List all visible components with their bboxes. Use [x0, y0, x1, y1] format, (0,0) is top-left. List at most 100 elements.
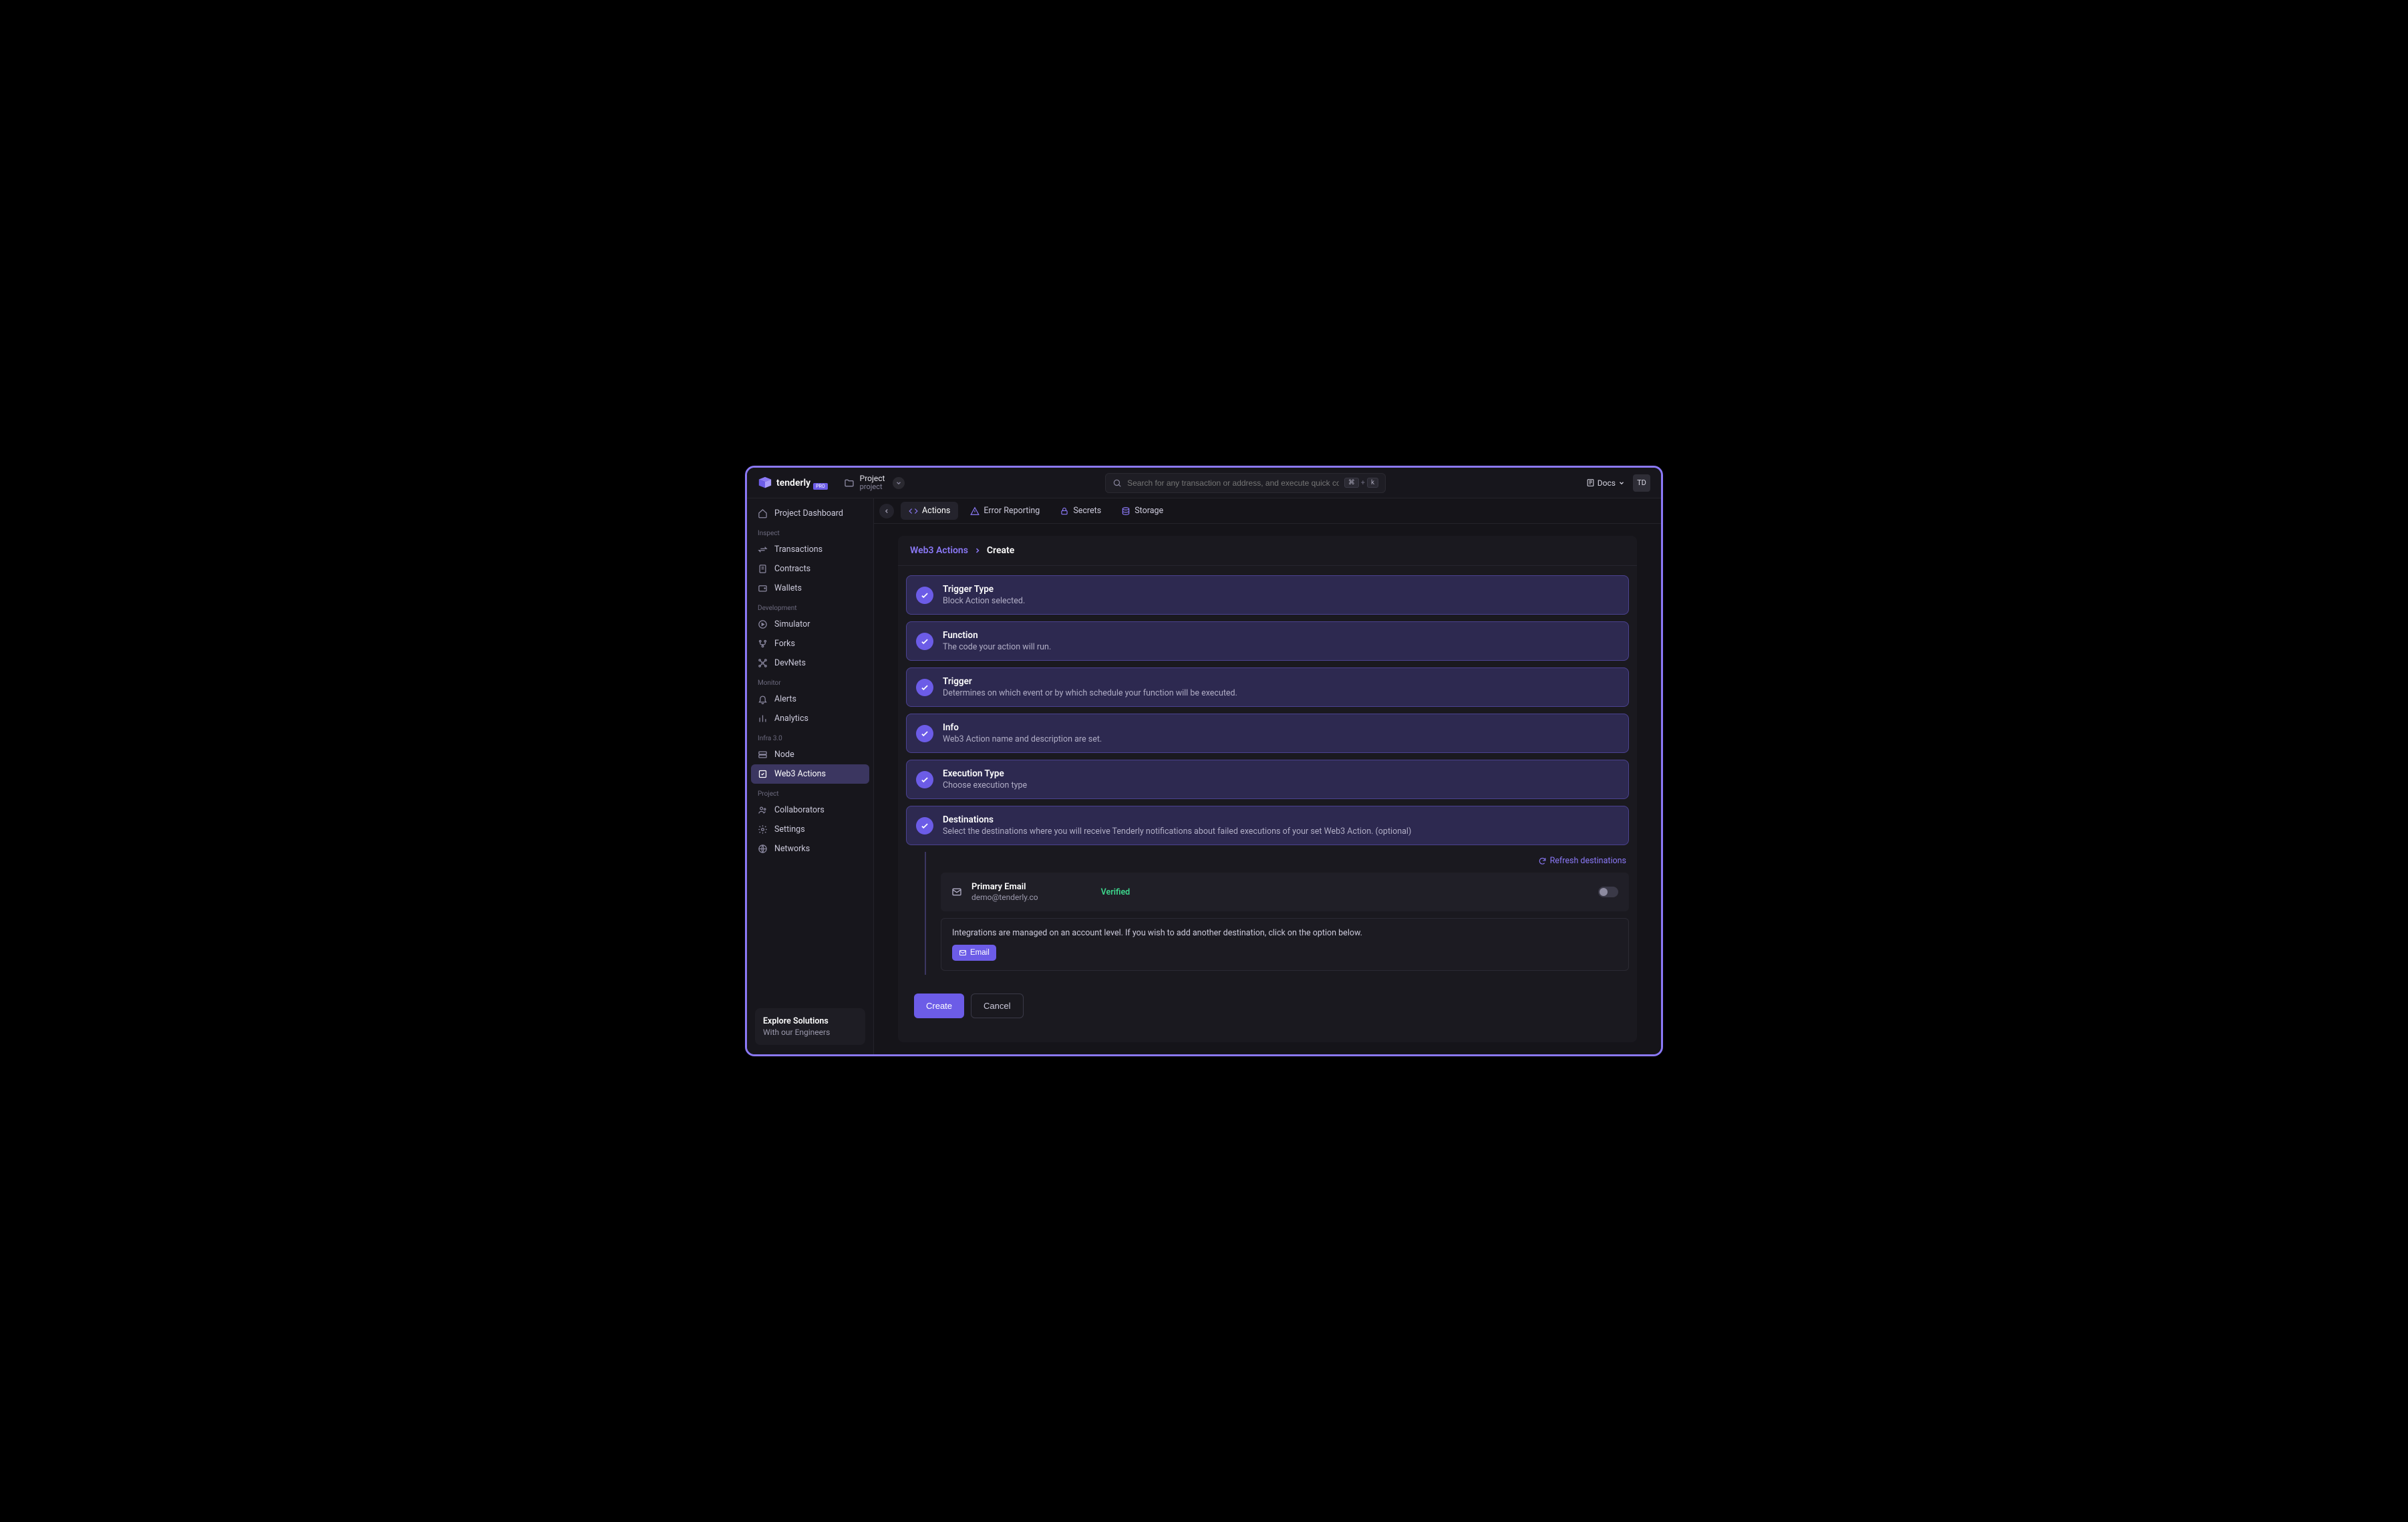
alerts-icon: [758, 694, 768, 704]
chevron-down-icon: [893, 477, 905, 489]
networks-icon: [758, 844, 768, 854]
docs-link[interactable]: Docs: [1586, 478, 1625, 488]
destinations-body: Refresh destinations Primary Email demo@…: [925, 852, 1629, 975]
step-desc: Select the destinations where you will r…: [943, 826, 1411, 836]
tab-secrets[interactable]: Secrets: [1052, 502, 1109, 520]
collaborators-icon: [758, 805, 768, 815]
search-icon: [1112, 478, 1122, 488]
code-icon: [909, 506, 918, 516]
step-title: Execution Type: [943, 768, 1027, 779]
sidebar: Project Dashboard Inspect Transactions C…: [747, 498, 874, 1054]
sidebar-item-transactions[interactable]: Transactions: [751, 540, 869, 559]
storage-icon: [1121, 506, 1131, 516]
destination-email: demo@tenderly.co: [971, 893, 1038, 902]
step-trigger[interactable]: Trigger Determines on which event or by …: [906, 667, 1629, 707]
steps: Trigger Type Block Action selected. Func…: [898, 566, 1637, 1042]
step-info[interactable]: Info Web3 Action name and description ar…: [906, 714, 1629, 753]
wallets-icon: [758, 583, 768, 593]
tab-label: Storage: [1135, 506, 1163, 516]
sidebar-item-devnets[interactable]: DevNets: [751, 653, 869, 673]
email-button-label: Email: [970, 949, 990, 957]
home-icon: [758, 508, 768, 518]
create-button[interactable]: Create: [914, 994, 964, 1018]
sidebar-item-label: Web3 Actions: [774, 769, 826, 779]
warning-icon: [970, 506, 980, 516]
sidebar-item-dashboard[interactable]: Project Dashboard: [751, 504, 869, 523]
sidebar-item-contracts[interactable]: Contracts: [751, 559, 869, 579]
tab-label: Actions: [922, 506, 950, 516]
lock-icon: [1060, 506, 1069, 516]
project-selector[interactable]: Project project: [844, 474, 905, 491]
search-bar[interactable]: ⌘ + k: [1105, 473, 1386, 493]
step-text: Destinations Select the destinations whe…: [943, 814, 1411, 836]
sidebar-heading-inspect: Inspect: [751, 523, 869, 540]
check-icon: [916, 725, 933, 742]
integrations-info-text: Integrations are managed on an account l…: [952, 928, 1618, 938]
step-destinations[interactable]: Destinations Select the destinations whe…: [906, 806, 1629, 845]
panel: Web3 Actions Create Trigger Type Block A…: [898, 536, 1637, 1042]
sidebar-item-label: Collaborators: [774, 805, 824, 815]
step-text: Trigger Type Block Action selected.: [943, 584, 1025, 606]
step-trigger-type[interactable]: Trigger Type Block Action selected.: [906, 575, 1629, 615]
check-icon: [916, 817, 933, 834]
avatar[interactable]: TD: [1633, 474, 1650, 492]
logo[interactable]: tenderly PRO: [758, 476, 828, 490]
sidebar-item-label: Transactions: [774, 545, 822, 555]
add-email-button[interactable]: Email: [952, 945, 996, 961]
sidebar-item-label: Wallets: [774, 583, 802, 593]
sidebar-item-collaborators[interactable]: Collaborators: [751, 800, 869, 820]
step-execution-type[interactable]: Execution Type Choose execution type: [906, 760, 1629, 799]
chevron-left-icon: [883, 508, 890, 514]
sidebar-item-analytics[interactable]: Analytics: [751, 709, 869, 728]
actions-row: Create Cancel: [906, 981, 1629, 1033]
tab-storage[interactable]: Storage: [1113, 502, 1171, 520]
sidebar-item-node[interactable]: Node: [751, 745, 869, 764]
step-function[interactable]: Function The code your action will run.: [906, 621, 1629, 661]
search-input[interactable]: [1127, 478, 1339, 488]
sidebar-item-settings[interactable]: Settings: [751, 820, 869, 839]
check-icon: [916, 587, 933, 604]
destination-info: Primary Email demo@tenderly.co: [971, 882, 1038, 902]
transactions-icon: [758, 545, 768, 555]
sidebar-item-label: DevNets: [774, 658, 806, 668]
mail-icon: [959, 949, 967, 957]
explore-subtitle: With our Engineers: [763, 1028, 857, 1037]
collapse-sidebar-button[interactable]: [879, 504, 894, 518]
explore-solutions-card[interactable]: Explore Solutions With our Engineers: [755, 1008, 865, 1045]
header: tenderly PRO Project project ⌘ + k: [747, 468, 1661, 498]
sidebar-item-simulator[interactable]: Simulator: [751, 615, 869, 634]
project-text: Project project: [860, 474, 885, 491]
step-text: Execution Type Choose execution type: [943, 768, 1027, 790]
kbd-key: k: [1367, 478, 1378, 488]
verified-badge: Verified: [1101, 887, 1131, 897]
sidebar-item-networks[interactable]: Networks: [751, 839, 869, 859]
sidebar-item-label: Project Dashboard: [774, 508, 843, 518]
sidebar-item-wallets[interactable]: Wallets: [751, 579, 869, 598]
simulator-icon: [758, 619, 768, 629]
tab-actions[interactable]: Actions: [901, 502, 958, 520]
refresh-destinations-link[interactable]: Refresh destinations: [1538, 856, 1626, 866]
tab-error-reporting[interactable]: Error Reporting: [962, 502, 1048, 520]
step-desc: Determines on which event or by which sc…: [943, 688, 1237, 698]
sidebar-item-label: Networks: [774, 844, 810, 854]
tab-label: Secrets: [1073, 506, 1101, 516]
web3actions-icon: [758, 769, 768, 779]
step-title: Destinations: [943, 814, 1411, 825]
body: Project Dashboard Inspect Transactions C…: [747, 498, 1661, 1054]
project-subtitle: project: [860, 483, 885, 491]
sidebar-item-forks[interactable]: Forks: [751, 634, 869, 653]
cancel-button[interactable]: Cancel: [971, 994, 1023, 1018]
destination-toggle[interactable]: [1598, 887, 1618, 897]
refresh-icon: [1538, 857, 1547, 865]
sidebar-item-web3actions[interactable]: Web3 Actions: [751, 764, 869, 784]
step-title: Trigger Type: [943, 584, 1025, 595]
tab-label: Error Reporting: [984, 506, 1040, 516]
sidebar-item-alerts[interactable]: Alerts: [751, 690, 869, 709]
step-desc: Block Action selected.: [943, 596, 1025, 606]
breadcrumb-root[interactable]: Web3 Actions: [910, 545, 968, 556]
check-icon: [916, 771, 933, 788]
tabbar: Actions Error Reporting Secrets Storage: [874, 498, 1661, 524]
kbd-mod: ⌘: [1344, 478, 1359, 488]
forks-icon: [758, 639, 768, 649]
logo-text: tenderly: [776, 478, 810, 488]
